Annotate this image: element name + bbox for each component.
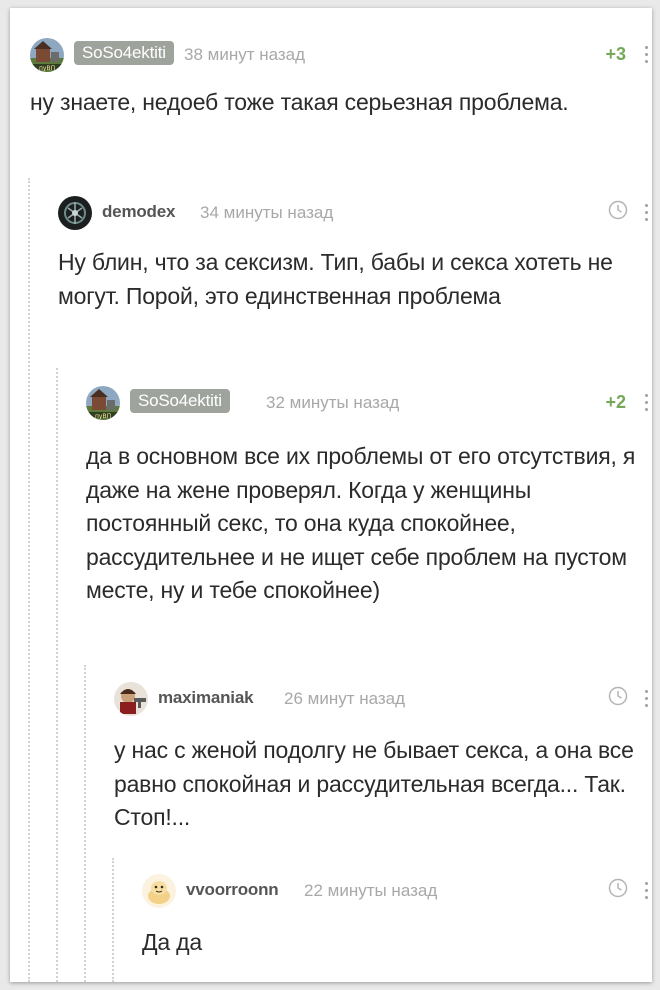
svg-text:пуВП: пуВП [39,65,55,72]
comment-header: demodex 34 минуты назад [58,196,652,232]
thread-branch-line[interactable] [84,665,86,982]
svg-text:пуВП: пуВП [95,413,111,420]
timestamp[interactable]: 26 минут назад [284,689,405,709]
comment-thread: пуВП SoSo4ektiti 38 минут назад +3 ну зн… [10,8,652,982]
avatar[interactable] [142,874,176,908]
more-options-icon[interactable] [644,690,650,708]
comment-text: ну знаете, недоеб тоже такая серьезная п… [30,89,569,115]
avatar[interactable] [114,682,148,716]
username[interactable]: demodex [102,202,175,222]
thread-branch-line[interactable] [28,178,30,982]
avatar-image: пуВП [30,38,64,72]
timestamp[interactable]: 22 минуты назад [304,881,437,901]
username[interactable]: vvoorroonn [186,880,279,900]
comment-4-content: maximaniak 26 минут назад у нас с женой … [114,682,652,842]
more-options-icon[interactable] [644,882,650,900]
avatar-image: пуВП [86,386,120,420]
username-badge[interactable]: SoSo4ektiti [74,41,174,65]
clock-icon[interactable] [608,878,628,898]
rating: +3 [605,44,626,64]
comment-2-content: demodex 34 минуты назад Ну блин, что за … [58,196,652,366]
more-options-icon[interactable] [644,394,650,412]
more-options-icon[interactable] [644,46,650,64]
comment-text: Ну блин, что за сексизм. Тип, бабы и сек… [58,249,613,309]
username[interactable]: maximaniak [158,688,254,708]
timestamp[interactable]: 32 минуты назад [266,393,399,413]
thread-branch-line[interactable] [112,858,114,982]
avatar[interactable]: пуВП [86,386,120,420]
rating: +2 [605,392,626,412]
clock-icon[interactable] [608,200,628,220]
avatar[interactable] [58,196,92,230]
avatar[interactable]: пуВП [30,38,64,72]
comment-header: пуВП SoSo4ektiti 32 минуты назад +2 [86,386,652,422]
thread-branch-line[interactable] [56,368,58,982]
clock-icon[interactable] [608,686,628,706]
comment-text: Да да [142,929,202,955]
comment-1: пуВП SoSo4ektiti 38 минут назад +3 ну зн… [30,38,652,178]
avatar-image [142,874,176,908]
comment-header: vvoorroonn 22 минуты назад [142,874,652,910]
avatar-image [58,196,92,230]
comment-header: пуВП SoSo4ektiti 38 минут назад +3 [30,38,652,74]
comment-5-content: vvoorroonn 22 минуты назад Да да [142,874,652,974]
comment-3-content: пуВП SoSo4ektiti 32 минуты назад +2 да в… [86,386,652,656]
timestamp[interactable]: 34 минуты назад [200,203,333,223]
avatar-image [114,682,148,716]
comment-text: да в основном все их проблемы от его отс… [86,443,636,603]
more-options-icon[interactable] [644,204,650,222]
timestamp[interactable]: 38 минут назад [184,45,305,65]
comment-text: у нас с женой подолгу не бывает секса, а… [114,737,634,830]
comment-header: maximaniak 26 минут назад [114,682,652,718]
username-badge[interactable]: SoSo4ektiti [130,389,230,413]
